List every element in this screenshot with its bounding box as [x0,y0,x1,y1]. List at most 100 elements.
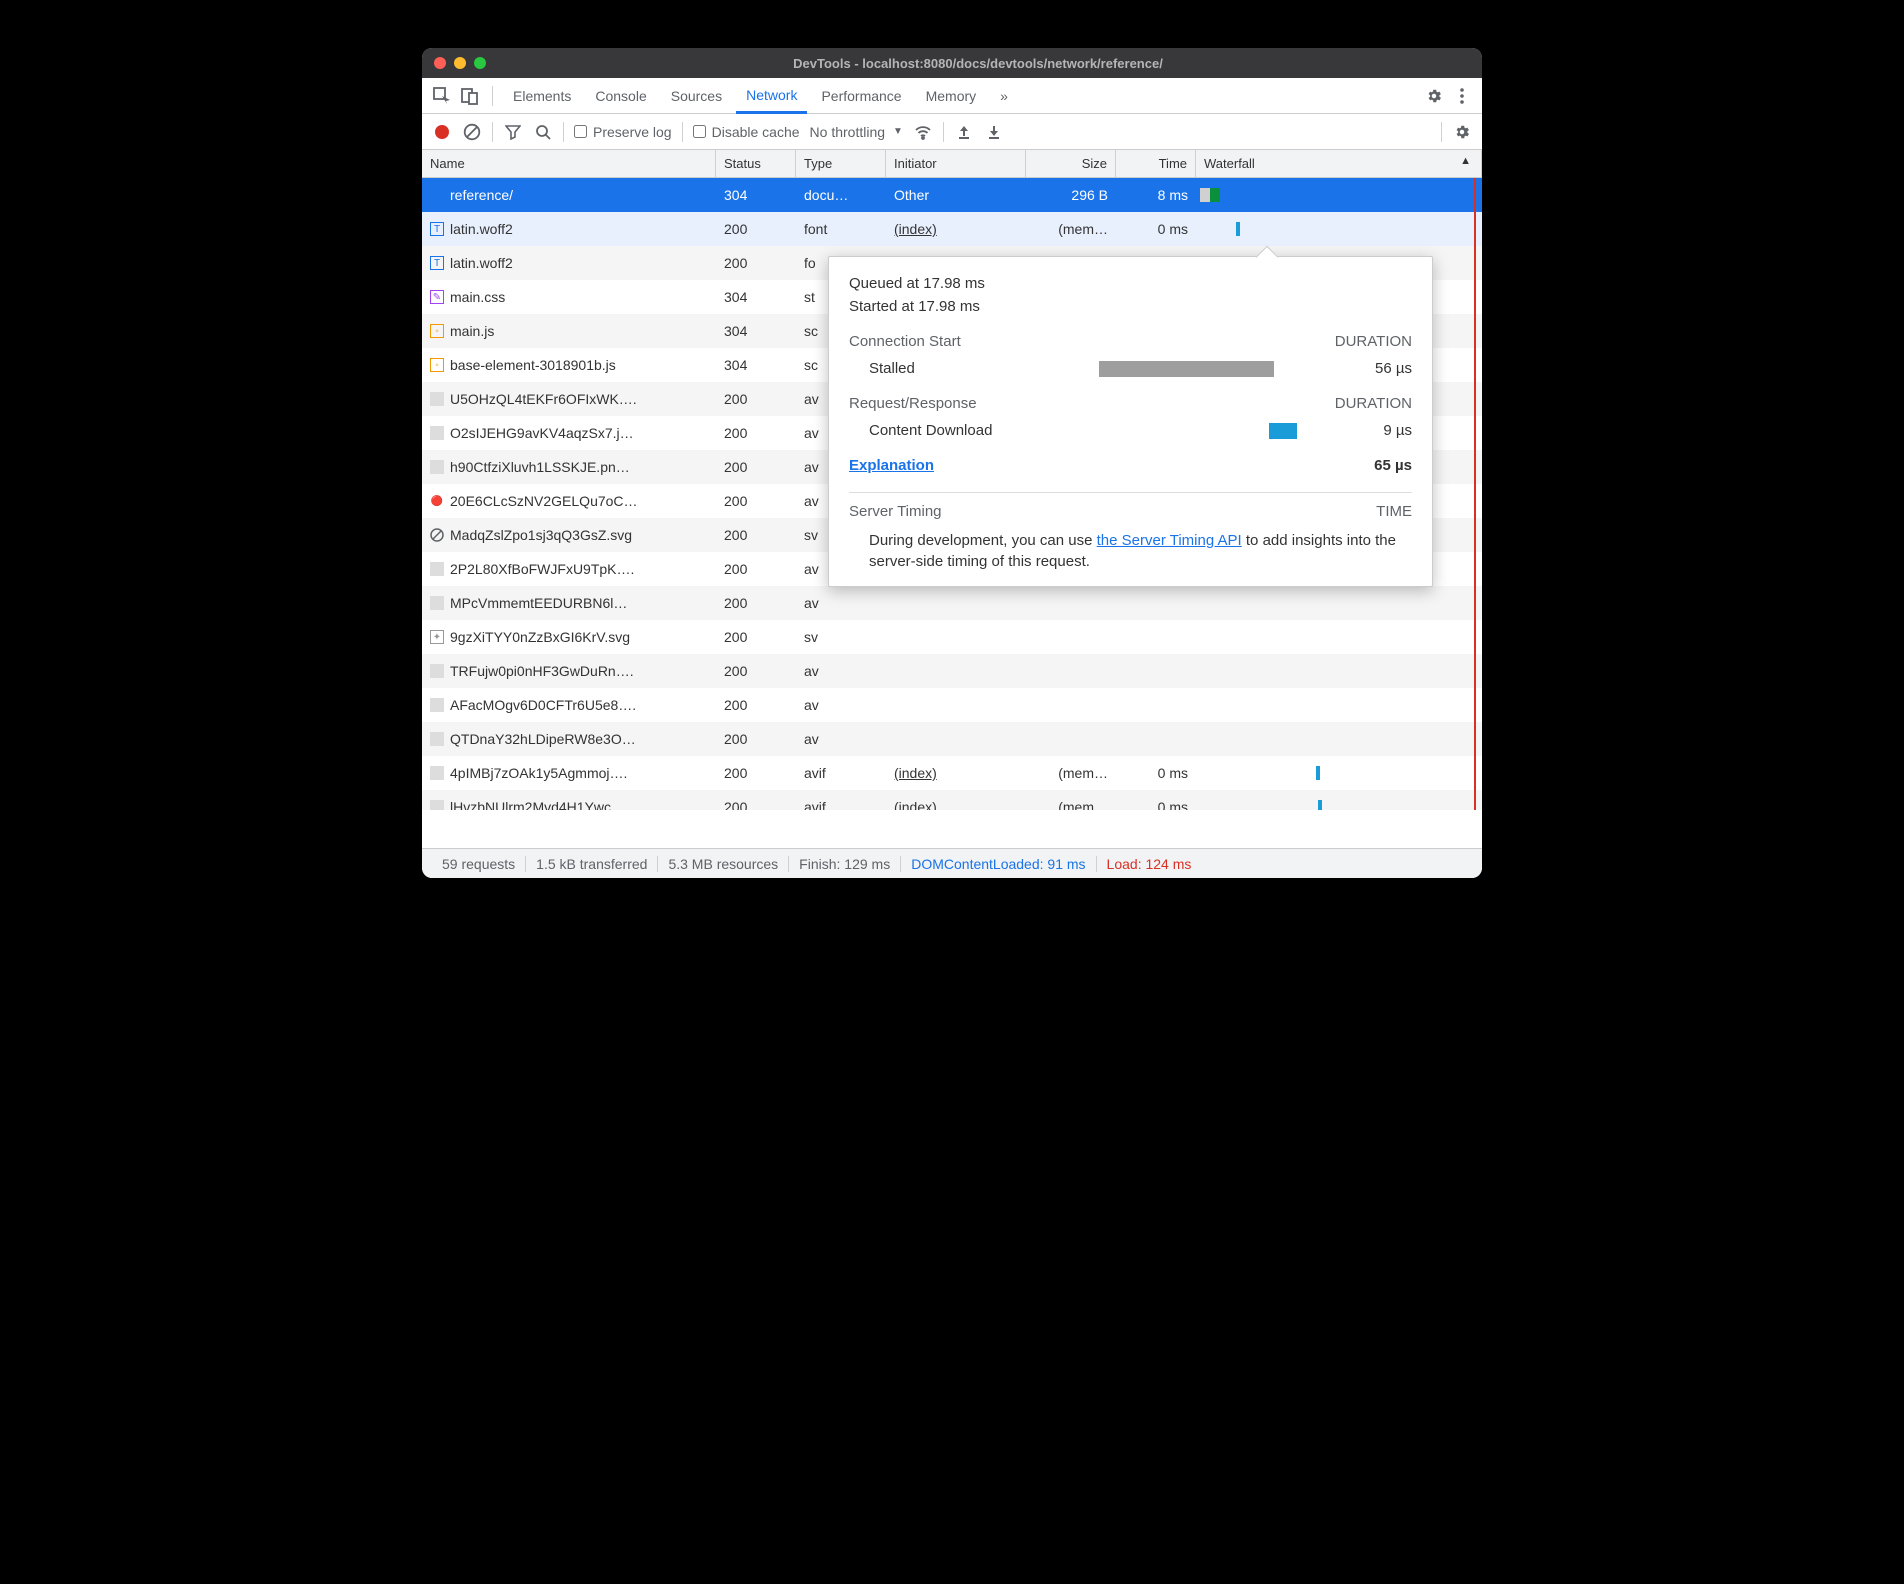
table-row[interactable]: AFacMOgv6D0CFTr6U5e8….200av [422,688,1482,722]
download-har-icon[interactable] [984,122,1004,142]
request-initiator: (index) [886,765,1026,781]
panel-tabs: ElementsConsoleSourcesNetworkPerformance… [422,78,1482,114]
request-name: main.css [450,289,505,305]
tab-performance[interactable]: Performance [811,78,911,114]
filter-icon[interactable] [503,122,523,142]
tabs-overflow[interactable]: » [990,78,1018,114]
request-status: 200 [716,255,796,271]
close-window-button[interactable] [434,57,446,69]
request-name: U5OHzQL4tEKFr6OFIxWK…. [450,391,637,407]
request-status: 200 [716,595,796,611]
table-row[interactable]: ✦9gzXiTYY0nZzBxGI6KrV.svg200sv [422,620,1482,654]
request-initiator: (index) [886,221,1026,237]
network-toolbar: Preserve log Disable cache No throttling… [422,114,1482,150]
column-initiator[interactable]: Initiator [886,150,1026,177]
column-size[interactable]: Size [1026,150,1116,177]
window-title: DevTools - localhost:8080/docs/devtools/… [486,56,1470,71]
request-status: 200 [716,493,796,509]
server-timing-heading: Server Timing [849,503,942,520]
table-row[interactable]: lHvzbNUlrm2Mvd4H1Ywc…. 200avif (index) (mem… [422,790,1482,810]
stalled-value: 56 µs [1332,360,1412,377]
queued-at-text: Queued at 17.98 ms [849,275,1412,292]
preserve-log-checkbox[interactable]: Preserve log [574,124,672,140]
column-type[interactable]: Type [796,150,886,177]
device-toolbar-icon[interactable] [458,84,482,108]
initiator-link[interactable]: (index) [894,799,937,810]
status-resources: 5.3 MB resources [658,856,789,872]
tab-console[interactable]: Console [585,78,656,114]
duration-label: DURATION [1335,333,1412,350]
request-type: avif [796,799,886,810]
status-dcl: DOMContentLoaded: 91 ms [901,856,1096,872]
request-status: 200 [716,561,796,577]
request-name: O2sIJEHG9avKV4aqzSx7.j… [450,425,634,441]
column-waterfall[interactable]: Waterfall ▲ [1196,150,1482,177]
settings-gear-icon[interactable] [1422,84,1446,108]
minimize-window-button[interactable] [454,57,466,69]
window-titlebar: DevTools - localhost:8080/docs/devtools/… [422,48,1482,78]
server-timing-api-link[interactable]: the Server Timing API [1097,532,1242,549]
request-size: (mem… [1026,799,1116,810]
table-row[interactable]: TRFujw0pi0nHF3GwDuRn….200av [422,654,1482,688]
table-row[interactable]: 4pIMBj7zOAk1y5Agmmoj….200avif(index)(mem… [422,756,1482,790]
time-label: TIME [1376,503,1412,520]
request-status: 304 [716,289,796,305]
request-time: 0 ms [1116,221,1196,237]
table-row[interactable]: MPcVmmemtEEDURBN6l…200av [422,586,1482,620]
request-name: TRFujw0pi0nHF3GwDuRn…. [450,663,634,679]
table-row[interactable]: QTDnaY32hLDipeRW8e3O…200av [422,722,1482,756]
maximize-window-button[interactable] [474,57,486,69]
request-size: (mem… [1026,765,1116,781]
request-time: 8 ms [1116,187,1196,203]
request-initiator: (index) [886,799,1026,810]
status-bar: 59 requests 1.5 kB transferred 5.3 MB re… [422,848,1482,878]
status-transferred: 1.5 kB transferred [526,856,658,872]
disable-cache-checkbox[interactable]: Disable cache [693,124,800,140]
tab-memory[interactable]: Memory [916,78,987,114]
request-type: font [796,221,886,237]
explanation-link[interactable]: Explanation [849,457,934,474]
upload-har-icon[interactable] [954,122,974,142]
content-download-bar [1269,423,1297,439]
request-name: lHvzbNUlrm2Mvd4H1Ywc…. [450,799,629,810]
table-row[interactable]: Tlatin.woff2200font(index)(mem…0 ms [422,212,1482,246]
content-download-value: 9 µs [1332,422,1412,439]
stalled-label: Stalled [849,360,1069,377]
sort-ascending-icon: ▲ [1460,155,1471,167]
content-download-label: Content Download [849,422,1069,439]
requests-table-body: ≡reference/304docu…Other296 B8 msTlatin.… [422,178,1482,810]
stalled-bar [1099,361,1274,377]
column-time[interactable]: Time [1116,150,1196,177]
inspect-element-icon[interactable] [430,84,454,108]
request-status: 200 [716,527,796,543]
request-status: 304 [716,323,796,339]
request-status: 200 [716,731,796,747]
request-name: MadqZslZpo1sj3qQ3GsZ.svg [450,527,632,543]
initiator-link[interactable]: (index) [894,221,937,237]
status-finish: Finish: 129 ms [789,856,901,872]
tab-sources[interactable]: Sources [661,78,732,114]
request-type: sv [796,629,886,645]
network-conditions-icon[interactable] [913,122,933,142]
initiator-link[interactable]: (index) [894,765,937,781]
search-icon[interactable] [533,122,553,142]
tab-network[interactable]: Network [736,78,807,114]
network-settings-gear-icon[interactable] [1452,122,1472,142]
column-status[interactable]: Status [716,150,796,177]
tab-elements[interactable]: Elements [503,78,581,114]
request-name: base-element-3018901b.js [450,357,616,373]
table-row[interactable]: ≡reference/304docu…Other296 B8 ms [422,178,1482,212]
request-type: av [796,731,886,747]
request-status: 200 [716,799,796,810]
request-status: 200 [716,391,796,407]
record-button[interactable] [432,122,452,142]
request-type: av [796,697,886,713]
column-name[interactable]: Name [422,150,716,177]
request-time: 0 ms [1116,799,1196,810]
more-menu-icon[interactable] [1450,84,1474,108]
clear-icon[interactable] [462,122,482,142]
connection-start-heading: Connection Start [849,333,961,350]
request-status: 200 [716,697,796,713]
timing-popover: Queued at 17.98 ms Started at 17.98 ms C… [828,256,1433,587]
throttling-select[interactable]: No throttling ▼ [810,124,903,140]
